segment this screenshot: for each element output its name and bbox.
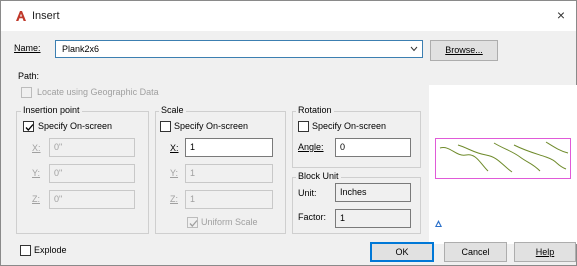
explode-checkbox[interactable] [20,245,31,256]
path-label: Path: [18,71,40,81]
factor-label: Factor: [298,212,327,222]
insertion-y-label: Y: [32,168,41,178]
rotation-specify-label: Specify On-screen [312,121,387,131]
factor-field: 1 [335,209,411,228]
insert-dialog: Insert × Name: Plank2x6 Browse... Path: … [0,0,577,266]
scale-title: Scale [159,105,186,115]
block-unit-title: Block Unit [296,171,341,181]
insertion-z-label: Z: [32,194,40,204]
geographic-data-checkbox[interactable] [21,87,32,98]
insertion-point-title: Insertion point [21,105,82,115]
browse-button-label: Browse... [445,45,483,55]
insertion-specify-label: Specify On-screen [38,121,113,131]
name-label: Name: [14,43,41,53]
help-button-label: Help [535,247,555,257]
browse-button[interactable]: Browse... [430,40,498,61]
help-button[interactable]: Help [514,242,576,262]
scale-x-label: X: [170,143,179,153]
title-bar: Insert × [1,1,576,31]
insertion-x-field[interactable]: 0" [49,138,135,157]
rotation-title: Rotation [296,105,334,115]
chevron-down-icon[interactable] [410,43,418,55]
name-value: Plank2x6 [62,44,100,54]
autocad-a-icon [16,11,26,21]
scale-x-field[interactable]: 1 [185,138,273,157]
unit-field: Inches [335,183,411,202]
cancel-button[interactable]: Cancel [444,242,507,262]
angle-field[interactable]: 0 [335,138,411,157]
scale-z-field[interactable]: 1 [185,190,273,209]
window-title: Insert [32,10,60,22]
angle-label: Angle: [298,142,324,152]
triangle-icon[interactable] [434,219,443,228]
insertion-specify-checkbox[interactable] [23,121,34,132]
ok-button[interactable]: OK [370,242,434,262]
geographic-data-label: Locate using Geographic Data [37,87,159,97]
scale-y-label: Y: [170,168,179,178]
check-icon [189,220,198,227]
check-icon [25,124,34,131]
scale-specify-checkbox[interactable] [160,121,171,132]
uniform-scale-label: Uniform Scale [201,217,258,227]
scale-z-label: Z: [170,194,178,204]
rotation-specify-checkbox[interactable] [298,121,309,132]
insertion-y-field[interactable]: 0" [49,164,135,183]
explode-label: Explode [34,245,67,255]
insertion-z-field[interactable]: 0" [49,190,135,209]
plank-preview-image [439,141,569,173]
close-icon[interactable]: × [553,7,569,23]
insertion-x-label: X: [32,143,41,153]
unit-label: Unit: [298,188,317,198]
scale-y-field[interactable]: 1 [185,164,273,183]
scale-specify-label: Specify On-screen [174,121,249,131]
preview-frame [435,138,571,179]
uniform-scale-checkbox[interactable] [187,217,198,228]
name-combobox[interactable]: Plank2x6 [55,40,423,58]
